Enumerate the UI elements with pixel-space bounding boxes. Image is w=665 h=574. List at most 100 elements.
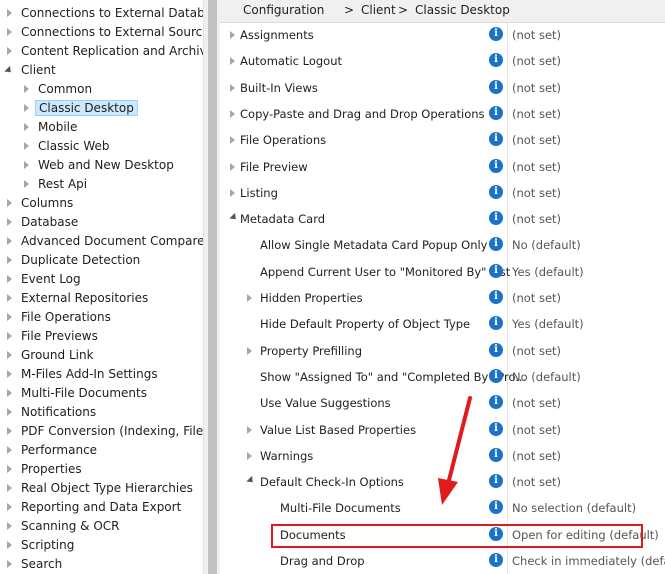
info-icon[interactable]: i: [489, 447, 503, 462]
tree-item[interactable]: Content Replication and Archiving: [0, 42, 203, 60]
info-icon[interactable]: i: [489, 237, 503, 252]
triangle-right-icon[interactable]: [4, 42, 14, 60]
triangle-right-icon[interactable]: [4, 384, 14, 402]
setting-value[interactable]: Yes (default): [512, 317, 584, 331]
setting-row[interactable]: File Operations i (not set): [220, 127, 665, 153]
setting-value[interactable]: (not set): [512, 449, 561, 463]
tree-item[interactable]: Common: [0, 80, 95, 98]
tree-item[interactable]: Database: [0, 213, 81, 231]
info-icon[interactable]: i: [489, 158, 503, 173]
setting-value[interactable]: (not set): [512, 344, 561, 358]
setting-value[interactable]: (not set): [512, 28, 561, 42]
triangle-right-icon[interactable]: [4, 346, 14, 364]
triangle-right-icon[interactable]: [230, 162, 235, 171]
tree-item[interactable]: M-Files Add-In Settings: [0, 365, 161, 383]
tree-item[interactable]: Notifications: [0, 403, 99, 421]
info-icon[interactable]: i: [489, 53, 503, 68]
tree-item[interactable]: Web and New Desktop: [0, 156, 177, 174]
triangle-down-icon[interactable]: [229, 212, 239, 223]
info-icon[interactable]: i: [489, 263, 503, 278]
triangle-right-icon[interactable]: [4, 194, 14, 212]
triangle-right-icon[interactable]: [230, 109, 235, 118]
triangle-right-icon[interactable]: [4, 403, 14, 421]
info-icon[interactable]: i: [489, 316, 503, 331]
tree-item[interactable]: Real Object Type Hierarchies: [0, 479, 196, 497]
triangle-right-icon[interactable]: [247, 346, 252, 355]
setting-row[interactable]: Built-In Views i (not set): [220, 75, 665, 101]
info-icon[interactable]: i: [489, 27, 503, 41]
tree-item[interactable]: Columns: [0, 194, 76, 212]
tree-scrollbar-thumb[interactable]: [208, 0, 217, 574]
tree-item[interactable]: Reporting and Data Export: [0, 498, 184, 516]
setting-value[interactable]: No selection (default): [512, 501, 636, 515]
setting-value[interactable]: (not set): [512, 81, 561, 95]
info-icon[interactable]: i: [489, 553, 503, 567]
triangle-right-icon[interactable]: [4, 479, 14, 497]
triangle-right-icon[interactable]: [4, 213, 14, 231]
triangle-right-icon[interactable]: [4, 308, 14, 326]
tree-item[interactable]: Advanced Document Compare: [0, 232, 203, 250]
setting-row[interactable]: Copy-Paste and Drag and Drop Operations i…: [220, 101, 665, 127]
setting-row[interactable]: Use Value Suggestions i (not set): [220, 390, 665, 416]
triangle-down-icon[interactable]: [246, 475, 256, 486]
info-icon[interactable]: i: [489, 500, 503, 515]
setting-row[interactable]: Multi-File Documents i No selection (defau…: [220, 495, 665, 521]
triangle-right-icon[interactable]: [4, 232, 14, 250]
tree-item[interactable]: Client: [0, 61, 59, 79]
triangle-right-icon[interactable]: [21, 156, 31, 174]
triangle-right-icon[interactable]: [21, 137, 31, 155]
triangle-right-icon[interactable]: [4, 251, 14, 269]
setting-value[interactable]: (not set): [512, 212, 561, 226]
tree-item[interactable]: PDF Conversion (Indexing, File Pre: [0, 422, 203, 440]
setting-row[interactable]: File Preview i (not set): [220, 154, 665, 180]
setting-row[interactable]: Automatic Logout i (not set): [220, 48, 665, 74]
info-icon[interactable]: i: [489, 342, 503, 357]
info-icon[interactable]: i: [489, 395, 503, 410]
triangle-right-icon[interactable]: [4, 4, 14, 22]
triangle-right-icon[interactable]: [4, 23, 14, 41]
info-icon[interactable]: i: [489, 368, 503, 383]
setting-value[interactable]: (not set): [512, 107, 561, 121]
setting-value[interactable]: (not set): [512, 133, 561, 147]
setting-row[interactable]: Warnings i (not set): [220, 443, 665, 469]
triangle-right-icon[interactable]: [21, 118, 31, 136]
setting-value[interactable]: (not set): [512, 475, 561, 489]
setting-value[interactable]: (not set): [512, 396, 561, 410]
triangle-right-icon[interactable]: [230, 57, 235, 66]
triangle-right-icon[interactable]: [21, 99, 31, 117]
setting-value[interactable]: No (default): [512, 370, 581, 384]
setting-value[interactable]: Yes (default): [512, 265, 584, 279]
triangle-right-icon[interactable]: [21, 175, 31, 193]
setting-value[interactable]: (not set): [512, 423, 561, 437]
tree-item[interactable]: File Operations: [0, 308, 114, 326]
triangle-right-icon[interactable]: [4, 365, 14, 383]
triangle-right-icon[interactable]: [4, 327, 14, 345]
breadcrumb-client[interactable]: Client: [361, 3, 396, 17]
info-icon[interactable]: i: [489, 474, 503, 489]
tree-item[interactable]: Ground Link: [0, 346, 97, 364]
setting-row[interactable]: Assignments i (not set): [220, 22, 665, 48]
triangle-right-icon[interactable]: [230, 136, 235, 145]
info-icon[interactable]: i: [489, 211, 503, 226]
triangle-right-icon[interactable]: [4, 441, 14, 459]
setting-value[interactable]: Check in immediately (default): [512, 554, 665, 568]
tree-item[interactable]: Mobile: [0, 118, 80, 136]
triangle-right-icon[interactable]: [230, 83, 235, 92]
setting-row[interactable]: Drag and Drop i Check in immediately (defa…: [220, 548, 665, 574]
triangle-right-icon[interactable]: [230, 188, 235, 197]
tree-item[interactable]: Properties: [0, 460, 85, 478]
triangle-right-icon[interactable]: [247, 451, 252, 460]
tree-item[interactable]: File Previews: [0, 327, 101, 345]
setting-row[interactable]: Append Current User to "Monitored By" Li…: [220, 259, 665, 285]
setting-value[interactable]: (not set): [512, 291, 561, 305]
tree-item[interactable]: Classic Desktop: [0, 99, 138, 117]
tree-scrollbar[interactable]: [203, 0, 221, 574]
triangle-right-icon[interactable]: [4, 270, 14, 288]
setting-row[interactable]: Hidden Properties i (not set): [220, 285, 665, 311]
triangle-right-icon[interactable]: [4, 289, 14, 307]
tree-item[interactable]: Duplicate Detection: [0, 251, 143, 269]
tree-item[interactable]: Multi-File Documents: [0, 384, 150, 402]
tree-item[interactable]: Scripting: [0, 536, 77, 554]
tree-item[interactable]: Connections to External Database: [0, 4, 203, 22]
setting-row[interactable]: Metadata Card i (not set): [220, 206, 665, 232]
